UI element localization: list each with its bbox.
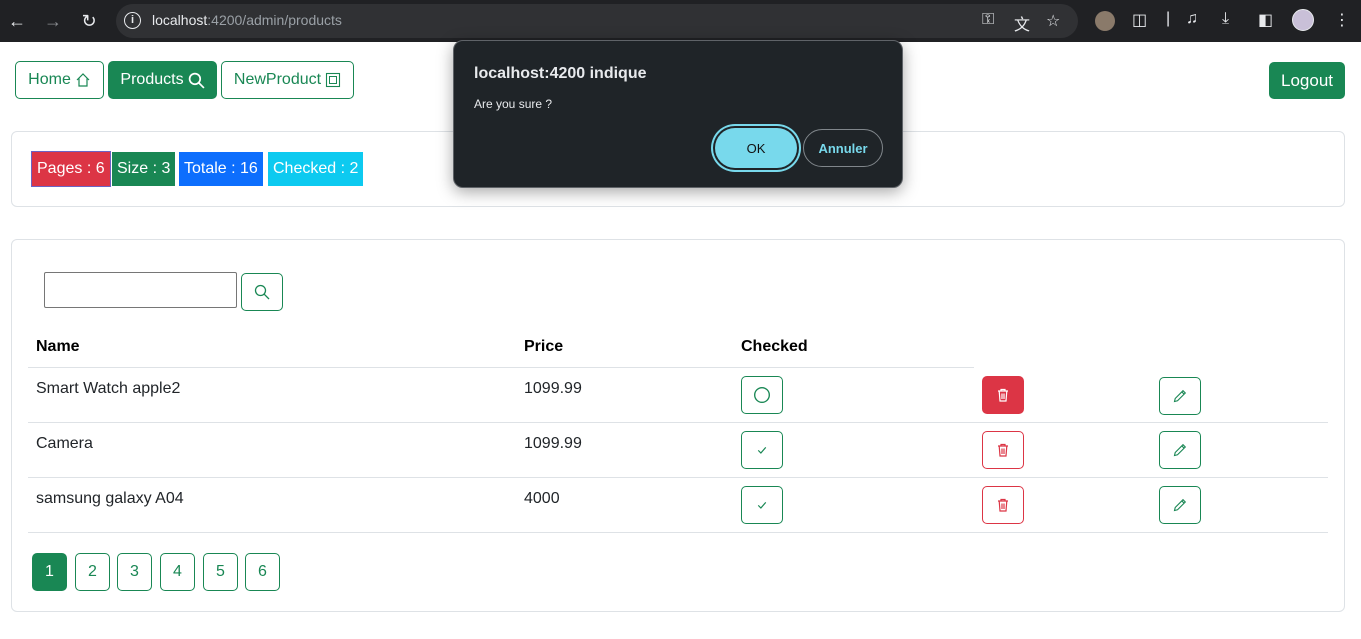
translate-icon[interactable]: 文	[1014, 11, 1030, 35]
page-button-2[interactable]: 2	[75, 553, 110, 591]
delete-button[interactable]	[982, 486, 1024, 524]
newproduct-label: NewProduct	[233, 71, 322, 88]
back-icon[interactable]: ←	[5, 9, 29, 33]
download-icon[interactable]: ⤓	[1222, 10, 1229, 28]
media-icon[interactable]: ♫	[1186, 10, 1198, 28]
header-divider	[28, 367, 974, 368]
page-button-4[interactable]: 4	[160, 553, 195, 591]
newproduct-button[interactable]: NewProduct	[221, 61, 354, 99]
edit-button[interactable]	[1159, 486, 1201, 524]
profile-avatar[interactable]	[1292, 9, 1314, 31]
dialog-message: Are you sure ?	[474, 97, 553, 111]
column-header-price: Price	[524, 338, 564, 355]
address-bar[interactable]: i localhost:4200/admin/products ⚿ 文 ☆	[116, 4, 1078, 38]
pages-badge: Pages : 6	[31, 151, 111, 187]
extension-face-icon[interactable]	[1095, 11, 1115, 31]
page-button-5[interactable]: 5	[203, 553, 238, 591]
trash-icon	[998, 388, 1008, 402]
search-icon	[254, 284, 270, 300]
column-header-name: Name	[36, 338, 80, 355]
edit-button[interactable]	[1159, 431, 1201, 469]
menu-icon[interactable]: ⋮	[1334, 10, 1350, 30]
row-divider	[28, 477, 1328, 478]
logout-label: Logout	[1281, 70, 1333, 90]
cancel-button[interactable]: Annuler	[803, 129, 883, 167]
search-icon	[188, 72, 205, 89]
products-button[interactable]: Products	[108, 61, 217, 99]
page-button-1[interactable]: 1	[32, 553, 67, 591]
row-divider	[28, 532, 1328, 533]
add-square-icon	[326, 72, 341, 88]
toolbar-divider: |	[1166, 10, 1171, 27]
pencil-icon	[1173, 389, 1187, 403]
product-price: 1099.99	[524, 435, 582, 452]
trash-icon	[998, 498, 1008, 512]
checked-badge: Checked : 2	[268, 152, 364, 186]
edit-button[interactable]	[1159, 377, 1201, 415]
size-badge: Size : 3	[112, 152, 176, 186]
dialog-title: localhost:4200 indique	[474, 65, 647, 82]
home-label: Home	[28, 71, 71, 88]
check-toggle-button[interactable]	[741, 376, 783, 414]
check-icon	[757, 501, 767, 509]
product-price: 1099.99	[524, 380, 582, 397]
check-toggle-button[interactable]	[741, 486, 783, 524]
page-button-6[interactable]: 6	[245, 553, 280, 591]
product-name: Camera	[36, 435, 93, 452]
key-icon[interactable]: ⚿	[982, 11, 994, 29]
site-info-icon[interactable]: i	[124, 12, 141, 29]
product-name: samsung galaxy A04	[36, 490, 184, 507]
row-divider	[28, 422, 1328, 423]
circle-icon	[754, 387, 770, 403]
column-header-checked: Checked	[741, 338, 808, 355]
logout-button[interactable]: Logout	[1269, 62, 1345, 99]
delete-button[interactable]	[982, 431, 1024, 469]
ok-button[interactable]: OK	[715, 128, 797, 168]
pencil-icon	[1173, 498, 1187, 512]
product-price: 4000	[524, 490, 560, 507]
url-text[interactable]: localhost:4200/admin/products	[152, 12, 342, 28]
trash-icon	[998, 443, 1008, 457]
confirm-dialog: localhost:4200 indique Are you sure ? OK…	[453, 40, 903, 188]
delete-button[interactable]	[982, 376, 1024, 414]
reload-icon[interactable]: ↻	[77, 9, 101, 33]
check-toggle-button[interactable]	[741, 431, 783, 469]
home-button[interactable]: Home	[15, 61, 104, 99]
check-icon	[757, 446, 767, 454]
house-icon	[76, 73, 90, 87]
forward-icon[interactable]: →	[41, 9, 65, 33]
search-input[interactable]	[44, 272, 237, 308]
total-badge: Totale : 16	[179, 152, 263, 186]
product-name: Smart Watch apple2	[36, 380, 181, 397]
browser-toolbar: ← → ↻ i localhost:4200/admin/products ⚿ …	[0, 0, 1361, 42]
sidebar-icon[interactable]: ◧	[1258, 10, 1273, 30]
products-label: Products	[120, 71, 184, 88]
search-button[interactable]	[241, 273, 283, 311]
star-icon[interactable]: ☆	[1046, 11, 1060, 31]
page-button-3[interactable]: 3	[117, 553, 152, 591]
extension-icon[interactable]: ◫	[1132, 10, 1147, 30]
pencil-icon	[1173, 443, 1187, 457]
